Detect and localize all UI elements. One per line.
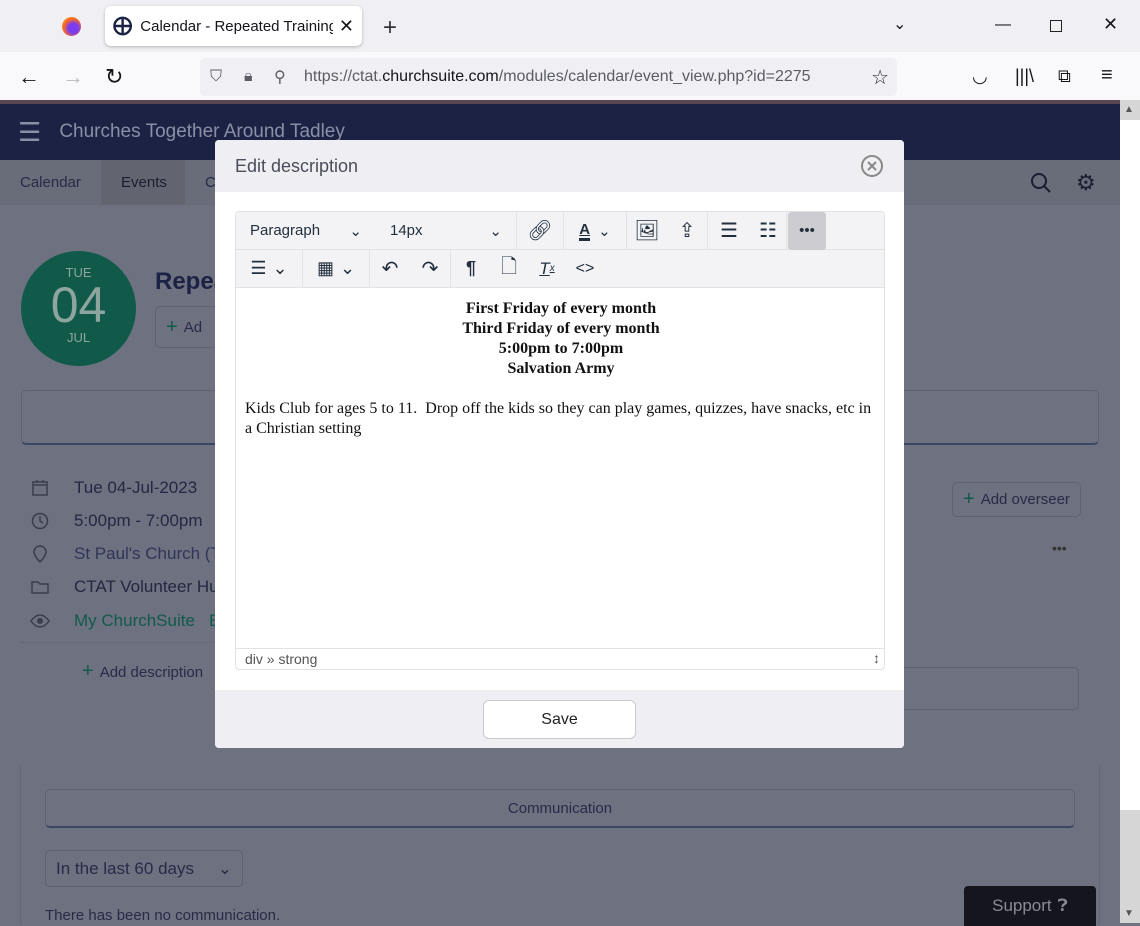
rich-text-editor: Paragraph ⌄ 14px ⌄ 🔗︎ A ⌄ 🖼︎ ⇪ ☰ ☷ ••• ☰ ⌄ ▦… [235, 211, 885, 670]
permissions-icon[interactable]: ⚲ [274, 67, 304, 87]
table-icon: ▦ [316, 258, 334, 278]
panel [900, 667, 1079, 710]
tab-title: Calendar - Repeated Training Ev [140, 17, 333, 35]
extensions-icon[interactable]: ⧉ [1058, 66, 1071, 87]
list-tabs-chevron-icon[interactable]: ⌄ [893, 14, 906, 34]
close-window-icon[interactable]: ✕ [1103, 14, 1118, 35]
text-color-icon: A [579, 221, 591, 241]
reload-icon[interactable]: ↻ [105, 64, 123, 90]
more-options-icon[interactable]: ••• [1052, 540, 1067, 556]
firefox-icon[interactable] [62, 17, 81, 36]
lock-icon[interactable]: 🔒︎ [244, 68, 268, 86]
location-pin-icon [33, 545, 47, 564]
calendar-icon [32, 480, 48, 496]
upload-icon[interactable]: ⇪ [667, 212, 707, 250]
element-path: div » strong [245, 651, 318, 667]
settings-gears-icon[interactable]: ⚙ [1076, 170, 1096, 196]
edit-description-modal: Edit description Paragraph ⌄ 14px ⌄ 🔗︎ A ⌄ … [215, 140, 904, 748]
close-icon[interactable] [860, 154, 884, 178]
date-month: JUL [66, 330, 91, 345]
redo-icon[interactable]: ↷ [410, 250, 450, 288]
menu-icon[interactable]: ≡ [1101, 64, 1113, 87]
maximize-icon[interactable] [1050, 20, 1062, 32]
event-time-row: 5:00pm - 7:00pm [30, 511, 203, 531]
event-category-row: CTAT Volunteer Hu [30, 577, 219, 597]
event-visibility-row[interactable]: My ChurchSuiteE [30, 611, 220, 631]
new-document-icon[interactable]: 🗋 [491, 250, 527, 288]
add-description-link[interactable]: + Add description [82, 660, 203, 683]
editor-toolbar-row-2: ☰ ⌄ ▦ ⌄ ↶ ↷ ¶ 🗋 Tx <> [236, 249, 884, 288]
bullet-list-icon[interactable]: ☰ [708, 212, 750, 250]
add-overseer-button[interactable]: + Add overseer [952, 482, 1081, 517]
content-paragraph: Kids Club for ages 5 to 11. Drop off the… [245, 400, 876, 437]
browser-tab-strip: Calendar - Repeated Training Ev ✕ + ⌄ — … [0, 0, 1140, 52]
url-domain: churchsuite.com [382, 68, 499, 85]
event-location-row[interactable]: St Paul's Church (T [30, 544, 221, 564]
tab-calendar[interactable]: Calendar [0, 160, 101, 205]
back-icon[interactable]: ← [18, 64, 40, 90]
tab-events[interactable]: Events [101, 160, 185, 205]
forward-icon[interactable]: → [62, 64, 84, 90]
pocket-icon[interactable]: ◡ [972, 66, 988, 87]
event-date-badge: TUE 04 JUL [21, 251, 136, 366]
url-prefix: https://ctat. [304, 68, 383, 85]
content-line: Salvation Army [507, 360, 615, 377]
modal-title: Edit description [235, 155, 359, 176]
modal-footer: Save [215, 690, 904, 748]
table-dropdown[interactable]: ▦ ⌄ [303, 250, 369, 288]
modal-header: Edit description [215, 140, 904, 192]
page-scrollbar[interactable]: ▲ ▼ [1120, 100, 1140, 923]
link-icon[interactable]: 🔗︎ [517, 212, 563, 250]
support-button[interactable]: Support ❓︎ [964, 886, 1096, 926]
help-icon: ❓︎ [1057, 896, 1068, 915]
text-color-button[interactable]: A ⌄ [564, 212, 626, 250]
close-tab-icon[interactable]: ✕ [339, 16, 354, 37]
show-blocks-icon[interactable]: ¶ [451, 250, 491, 288]
undo-icon[interactable]: ↶ [370, 250, 410, 288]
library-icon[interactable]: |||\ [1015, 66, 1034, 87]
divider [20, 642, 220, 643]
date-number: 04 [50, 277, 107, 333]
search-icon[interactable] [1030, 172, 1052, 194]
clear-formatting-icon[interactable]: Tx [527, 250, 567, 288]
align-dropdown[interactable]: ☰ ⌄ [236, 250, 302, 288]
editor-statusbar: div » strong ↕ [236, 648, 884, 669]
event-date-row: Tue 04-Jul-2023 [30, 478, 197, 498]
minimize-icon[interactable]: — [995, 16, 1011, 34]
url-path: /modules/calendar/event_view.php?id=2275 [498, 68, 811, 85]
folder-icon [31, 581, 49, 594]
new-tab-icon[interactable]: + [383, 14, 397, 42]
more-toolbar-icon[interactable]: ••• [788, 212, 826, 250]
block-format-select[interactable]: Paragraph ⌄ [236, 212, 376, 250]
eye-icon [30, 614, 50, 628]
browser-tab-active[interactable]: Calendar - Repeated Training Ev ✕ [105, 6, 362, 46]
editor-content[interactable]: First Friday of every month Third Friday… [236, 289, 884, 648]
bookmark-star-icon[interactable]: ☆ [871, 65, 889, 90]
align-left-icon: ☰ [250, 258, 267, 278]
content-line: Third Friday of every month [462, 320, 660, 337]
content-line: First Friday of every month [465, 300, 657, 317]
image-icon[interactable]: 🖼︎ [627, 212, 667, 250]
content-line: 5:00pm to 7:00pm [498, 340, 624, 357]
save-button[interactable]: Save [483, 700, 636, 739]
clock-icon [31, 512, 49, 530]
browser-nav-bar: ← → ↻ ⛉ 🔒︎ ⚲ https://ctat. churchsuite.co… [0, 52, 1140, 100]
source-code-icon[interactable]: <> [567, 250, 603, 288]
font-size-select[interactable]: 14px ⌄ [376, 212, 516, 250]
resize-handle-icon[interactable]: ↕ [873, 650, 880, 666]
no-communication-text: There has been no communication. [45, 907, 281, 924]
site-favicon-icon [113, 16, 133, 36]
shield-icon[interactable]: ⛉ [210, 68, 234, 86]
url-bar[interactable]: ⛉ 🔒︎ ⚲ https://ctat. churchsuite.com/modu… [200, 58, 897, 96]
numbered-list-icon[interactable]: ☷ [750, 212, 786, 250]
hamburger-icon[interactable]: ☰ [18, 117, 41, 148]
communication-filter-select[interactable]: In the last 60 days ⌄ [45, 850, 243, 887]
editor-toolbar-row-1: Paragraph ⌄ 14px ⌄ 🔗︎ A ⌄ 🖼︎ ⇪ ☰ ☷ ••• [236, 212, 884, 250]
tab-communication[interactable]: Communication [45, 789, 1075, 828]
